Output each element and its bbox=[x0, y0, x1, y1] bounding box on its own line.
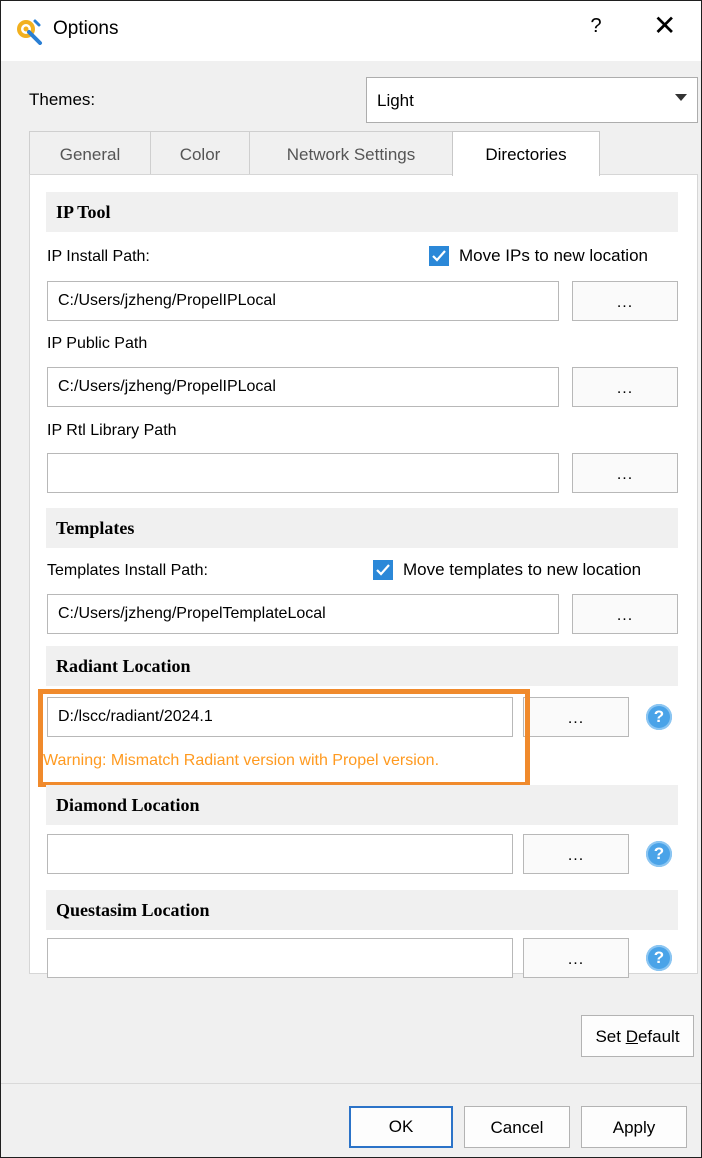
ip-public-path-label: IP Public Path bbox=[47, 335, 148, 352]
questasim-location-input[interactable] bbox=[47, 938, 513, 978]
templates-install-path-label: Templates Install Path: bbox=[47, 562, 208, 579]
set-default-label-pre: Set bbox=[595, 1027, 626, 1046]
ip-rtl-library-path-label: IP Rtl Library Path bbox=[47, 422, 177, 439]
radiant-help-icon[interactable]: ? bbox=[646, 704, 672, 730]
warning-highlight-box bbox=[38, 689, 530, 787]
window-title: Options bbox=[53, 18, 119, 39]
footer-divider bbox=[1, 1083, 701, 1084]
set-default-button[interactable]: Set Default bbox=[581, 1015, 694, 1057]
diamond-help-icon[interactable]: ? bbox=[646, 841, 672, 867]
ip-rtl-library-path-input[interactable] bbox=[47, 453, 559, 493]
section-ip-tool: IP Tool bbox=[46, 192, 678, 232]
diamond-location-input[interactable] bbox=[47, 834, 513, 874]
templates-install-path-input[interactable]: C:/Users/jzheng/PropelTemplateLocal bbox=[47, 594, 559, 634]
ip-public-browse-button[interactable]: ... bbox=[572, 367, 678, 407]
ip-install-browse-button[interactable]: ... bbox=[572, 281, 678, 321]
help-button[interactable]: ? bbox=[586, 15, 606, 38]
move-ips-label: Move IPs to new location bbox=[459, 246, 648, 265]
diamond-browse-button[interactable]: ... bbox=[523, 834, 629, 874]
tab-general[interactable]: General bbox=[29, 131, 151, 175]
ip-public-path-input[interactable]: C:/Users/jzheng/PropelIPLocal bbox=[47, 367, 559, 407]
ip-install-path-label: IP Install Path: bbox=[47, 248, 150, 265]
themes-select[interactable]: Light bbox=[366, 77, 698, 123]
cancel-button[interactable]: Cancel bbox=[464, 1106, 570, 1148]
app-icon bbox=[17, 19, 42, 45]
section-diamond-location: Diamond Location bbox=[46, 785, 678, 825]
templates-browse-button[interactable]: ... bbox=[572, 594, 678, 634]
apply-button[interactable]: Apply bbox=[581, 1106, 687, 1148]
themes-select-value: Light bbox=[377, 91, 414, 110]
move-ips-checkbox[interactable]: Move IPs to new location bbox=[429, 246, 648, 266]
checkmark-icon bbox=[373, 560, 393, 580]
move-templates-label: Move templates to new location bbox=[403, 560, 642, 579]
options-dialog: Options ? ✕ Themes: Light General Color … bbox=[0, 0, 702, 1158]
section-questasim-location: Questasim Location bbox=[46, 890, 678, 930]
ip-rtl-browse-button[interactable]: ... bbox=[572, 453, 678, 493]
questasim-browse-button[interactable]: ... bbox=[523, 938, 629, 978]
themes-label: Themes: bbox=[29, 90, 96, 109]
checkmark-icon bbox=[429, 246, 449, 266]
section-templates: Templates bbox=[46, 508, 678, 548]
questasim-help-icon[interactable]: ? bbox=[646, 945, 672, 971]
set-default-label-mnemonic: D bbox=[625, 1027, 638, 1046]
chevron-down-icon bbox=[675, 94, 687, 101]
ok-button[interactable]: OK bbox=[349, 1106, 453, 1148]
tab-network-settings[interactable]: Network Settings bbox=[249, 131, 453, 175]
section-radiant-location: Radiant Location bbox=[46, 646, 678, 686]
close-button[interactable]: ✕ bbox=[653, 9, 676, 42]
tab-color[interactable]: Color bbox=[150, 131, 250, 175]
move-templates-checkbox[interactable]: Move templates to new location bbox=[373, 560, 641, 580]
tab-directories[interactable]: Directories bbox=[452, 131, 600, 176]
set-default-label-post: efault bbox=[637, 1027, 680, 1046]
radiant-browse-button[interactable]: ... bbox=[523, 697, 629, 737]
ip-install-path-input[interactable]: C:/Users/jzheng/PropelIPLocal bbox=[47, 281, 559, 321]
title-bar: Options ? ✕ bbox=[1, 1, 701, 61]
